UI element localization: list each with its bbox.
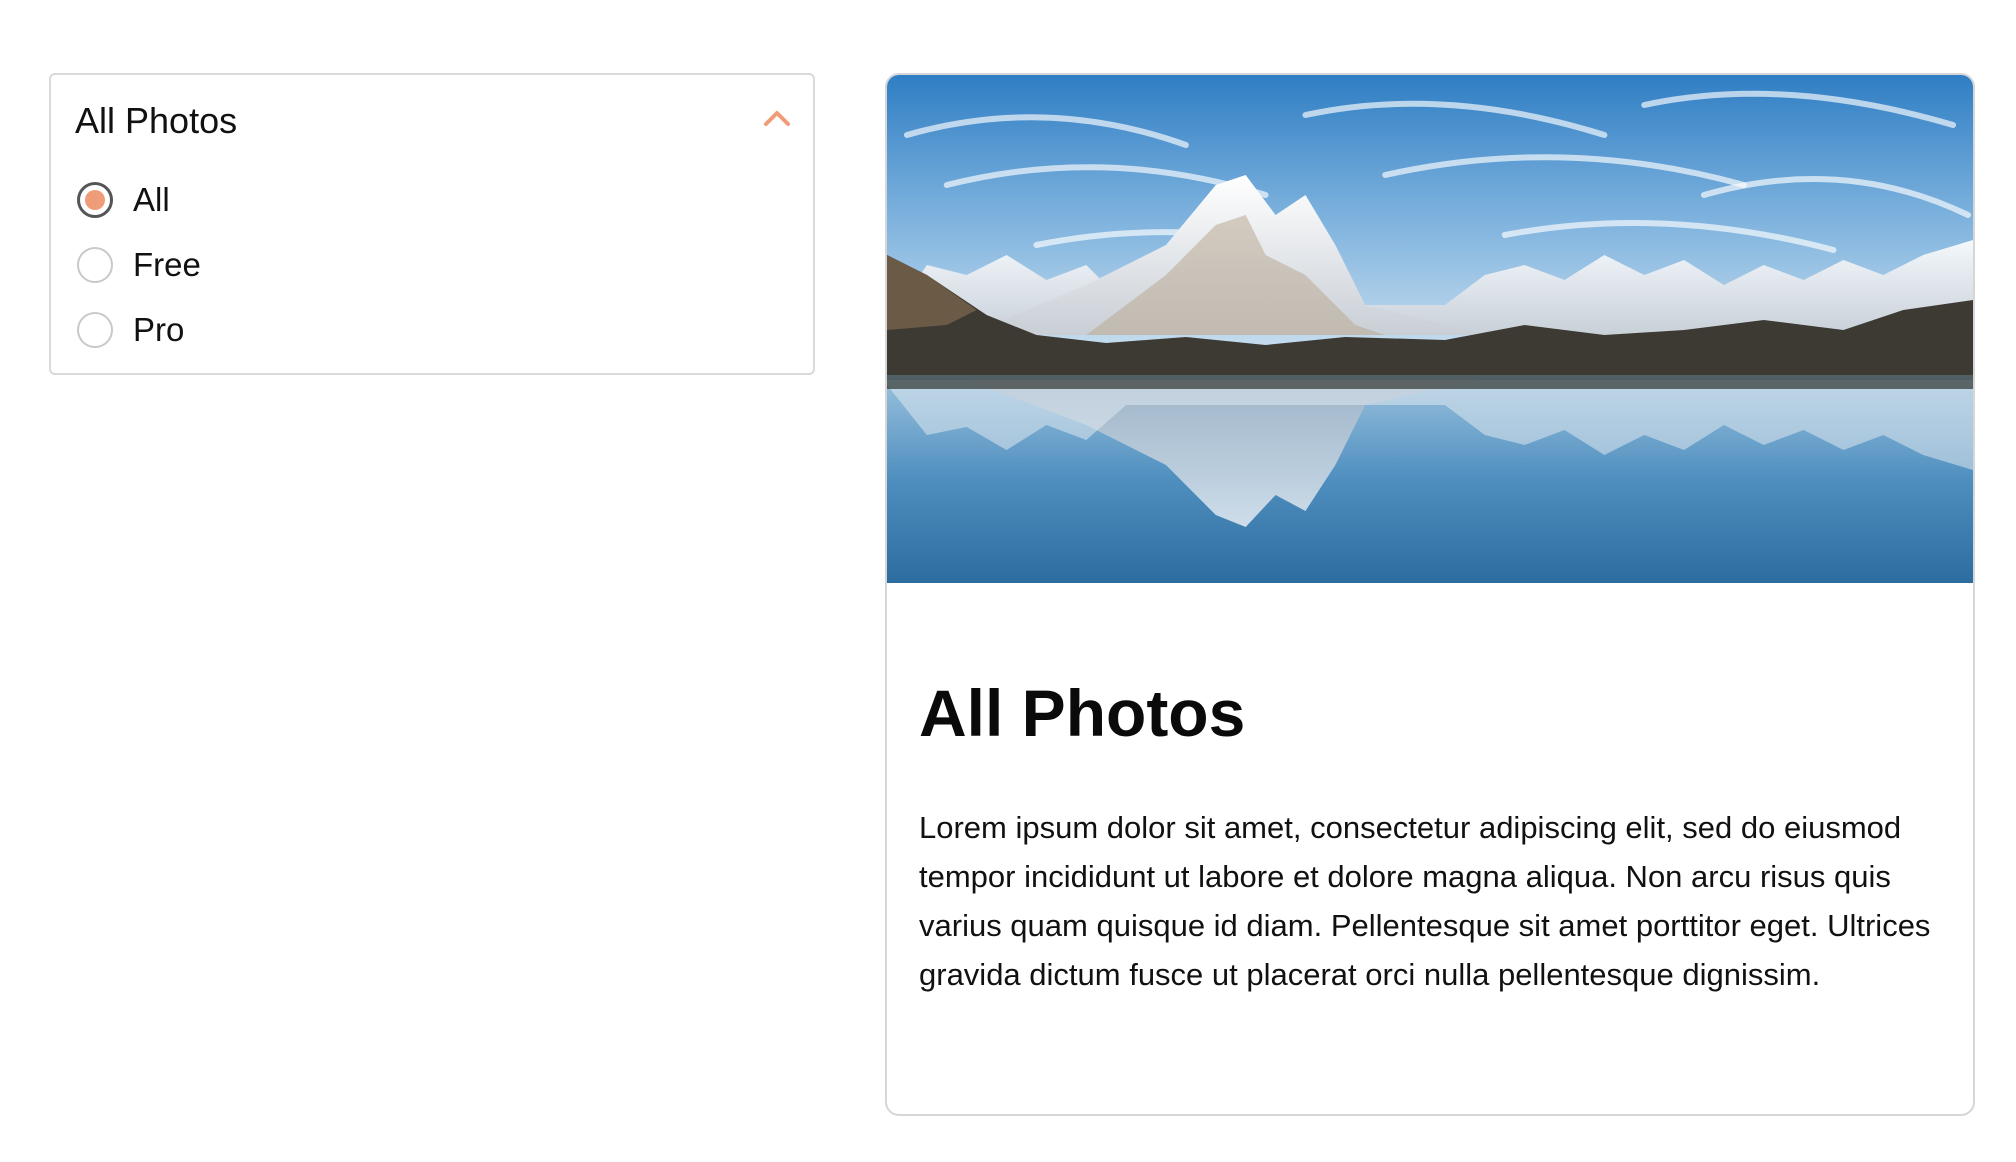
filter-header-toggle[interactable]: All Photos xyxy=(51,75,813,165)
radio-group: All Free Pro xyxy=(77,175,201,370)
radio-label-free: Free xyxy=(133,246,201,283)
radio-option-all[interactable]: All xyxy=(77,175,201,225)
card-image xyxy=(887,75,1973,583)
radio-button-all[interactable] xyxy=(77,182,113,218)
photo-card: All Photos Lorem ipsum dolor sit amet, c… xyxy=(885,73,1975,1116)
page: All Photos All Free Pro All Photos Lorem… xyxy=(0,0,2016,1162)
radio-label-all: All xyxy=(133,181,170,218)
radio-button-pro[interactable] xyxy=(77,312,113,348)
card-title: All Photos xyxy=(919,676,1246,750)
card-body-text: Lorem ipsum dolor sit amet, consectetur … xyxy=(919,810,1931,992)
photo-filter-panel: All Photos All Free Pro xyxy=(49,73,815,375)
radio-option-pro[interactable]: Pro xyxy=(77,305,201,355)
radio-selected-dot xyxy=(85,190,105,210)
mountain-lake-image xyxy=(887,75,1973,583)
radio-button-free[interactable] xyxy=(77,247,113,283)
radio-option-free[interactable]: Free xyxy=(77,240,201,290)
filter-title: All Photos xyxy=(75,100,238,141)
chevron-up-icon[interactable] xyxy=(763,109,791,127)
radio-label-pro: Pro xyxy=(133,311,185,348)
